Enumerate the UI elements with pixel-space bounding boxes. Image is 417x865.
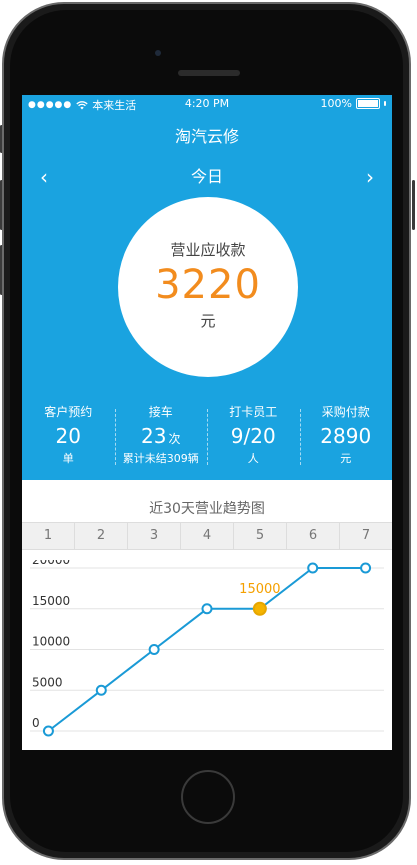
period-label: 今日 bbox=[190, 167, 223, 186]
stat-label: 采购付款 bbox=[321, 405, 370, 419]
day-tab[interactable]: 1 bbox=[22, 523, 74, 549]
stat-suffix: 次 bbox=[168, 432, 181, 446]
data-point bbox=[307, 562, 319, 574]
stat-staff-checkin[interactable]: 打卡员工 9/20 人 bbox=[207, 403, 300, 473]
data-point bbox=[95, 684, 107, 696]
phone-frame: ●●●●● 本来生活 4:20 PM 100% 淘汽云修 ‹ 今日 › 营业应收… bbox=[0, 0, 417, 865]
stat-number: 2890 bbox=[320, 424, 372, 448]
battery-percent: 100% bbox=[320, 97, 352, 110]
page-title: 淘汽云修 bbox=[174, 127, 239, 146]
data-point bbox=[201, 603, 213, 615]
stat-purchase-payment[interactable]: 采购付款 2890 元 bbox=[299, 403, 393, 473]
stat-value: 2890 bbox=[300, 424, 393, 448]
summary-panel: ●●●●● 本来生活 4:20 PM 100% 淘汽云修 ‹ 今日 › 营业应收… bbox=[22, 95, 392, 480]
day-tab[interactable]: 6 bbox=[286, 523, 339, 549]
stat-number: 20 bbox=[55, 424, 81, 448]
receivable-circle: 营业应收款 3220 元 bbox=[118, 197, 298, 377]
receivable-value: 3220 bbox=[155, 262, 261, 308]
stat-appointments[interactable]: 客户预约 20 单 bbox=[22, 403, 115, 473]
y-tick-label: 5000 bbox=[32, 675, 63, 689]
battery-icon bbox=[356, 98, 380, 109]
stat-sub: 元 bbox=[340, 452, 352, 465]
receivable-label: 营业应收款 bbox=[170, 241, 246, 259]
day-tab[interactable]: 2 bbox=[74, 523, 127, 549]
stat-sub: 累计未结309辆 bbox=[122, 452, 199, 465]
power-button bbox=[412, 180, 415, 230]
stat-number: 9/20 bbox=[230, 424, 276, 448]
highlight-point bbox=[252, 601, 267, 616]
stat-sub: 单 bbox=[62, 452, 74, 465]
receivable-unit: 元 bbox=[200, 312, 216, 330]
y-tick-label: 20000 bbox=[32, 560, 70, 567]
stats-row: 客户预约 20 单 接车 23 次 累计未结309辆 打卡员工 9/20 人 采购… bbox=[22, 403, 392, 473]
day-tab[interactable]: 4 bbox=[180, 523, 233, 549]
stat-number: 23 bbox=[141, 424, 167, 448]
y-tick-label: 0 bbox=[32, 716, 40, 730]
data-point bbox=[360, 562, 372, 574]
home-button[interactable] bbox=[181, 770, 235, 824]
data-point bbox=[148, 644, 160, 655]
day-tab[interactable]: 7 bbox=[339, 523, 392, 549]
stat-value: 23 次 bbox=[115, 424, 208, 448]
day-tab[interactable]: 5 bbox=[233, 523, 286, 549]
stat-vehicle-intake[interactable]: 接车 23 次 累计未结309辆 bbox=[114, 403, 208, 473]
trend-section: 近30天营业趋势图 1 2 3 4 5 6 7 0 5000 10000 15000 2… bbox=[22, 480, 392, 750]
stat-label: 打卡员工 bbox=[229, 405, 278, 419]
trend-title: 近30天营业趋势图 bbox=[149, 501, 265, 517]
data-point bbox=[42, 725, 54, 737]
stat-label: 接车 bbox=[148, 405, 173, 419]
battery-nub bbox=[384, 101, 386, 106]
stat-sub: 人 bbox=[247, 452, 259, 465]
stat-value: 20 bbox=[22, 424, 115, 448]
app-screen: ●●●●● 本来生活 4:20 PM 100% 淘汽云修 ‹ 今日 › 营业应收… bbox=[22, 95, 392, 750]
status-bar: ●●●●● 本来生活 4:20 PM 100% bbox=[22, 95, 392, 113]
chevron-right-icon[interactable]: › bbox=[366, 165, 374, 189]
highlight-value-label: 15000 bbox=[239, 582, 280, 597]
earpiece-speaker bbox=[178, 70, 240, 76]
stat-label: 客户预约 bbox=[44, 405, 93, 419]
period-navigator: ‹ 今日 › bbox=[22, 165, 392, 189]
stat-value: 9/20 bbox=[207, 424, 300, 448]
y-tick-label: 10000 bbox=[32, 635, 70, 649]
day-tabs: 1 2 3 4 5 6 7 bbox=[22, 522, 392, 550]
y-tick-label: 15000 bbox=[32, 594, 70, 608]
front-camera bbox=[155, 50, 161, 56]
day-tab[interactable]: 3 bbox=[127, 523, 180, 549]
trend-line-chart: 0 5000 10000 15000 20000 15000 bbox=[30, 560, 384, 737]
